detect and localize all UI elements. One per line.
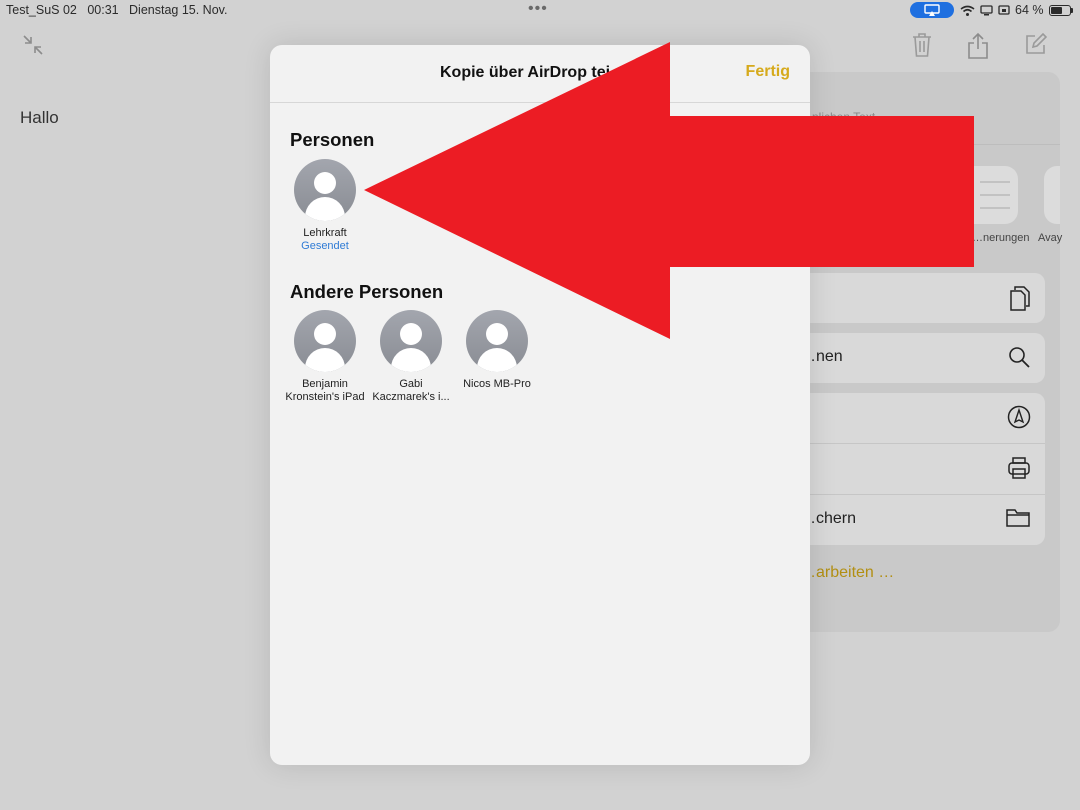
red-arrow-shape bbox=[364, 42, 974, 339]
annotation-arrow bbox=[364, 42, 974, 339]
